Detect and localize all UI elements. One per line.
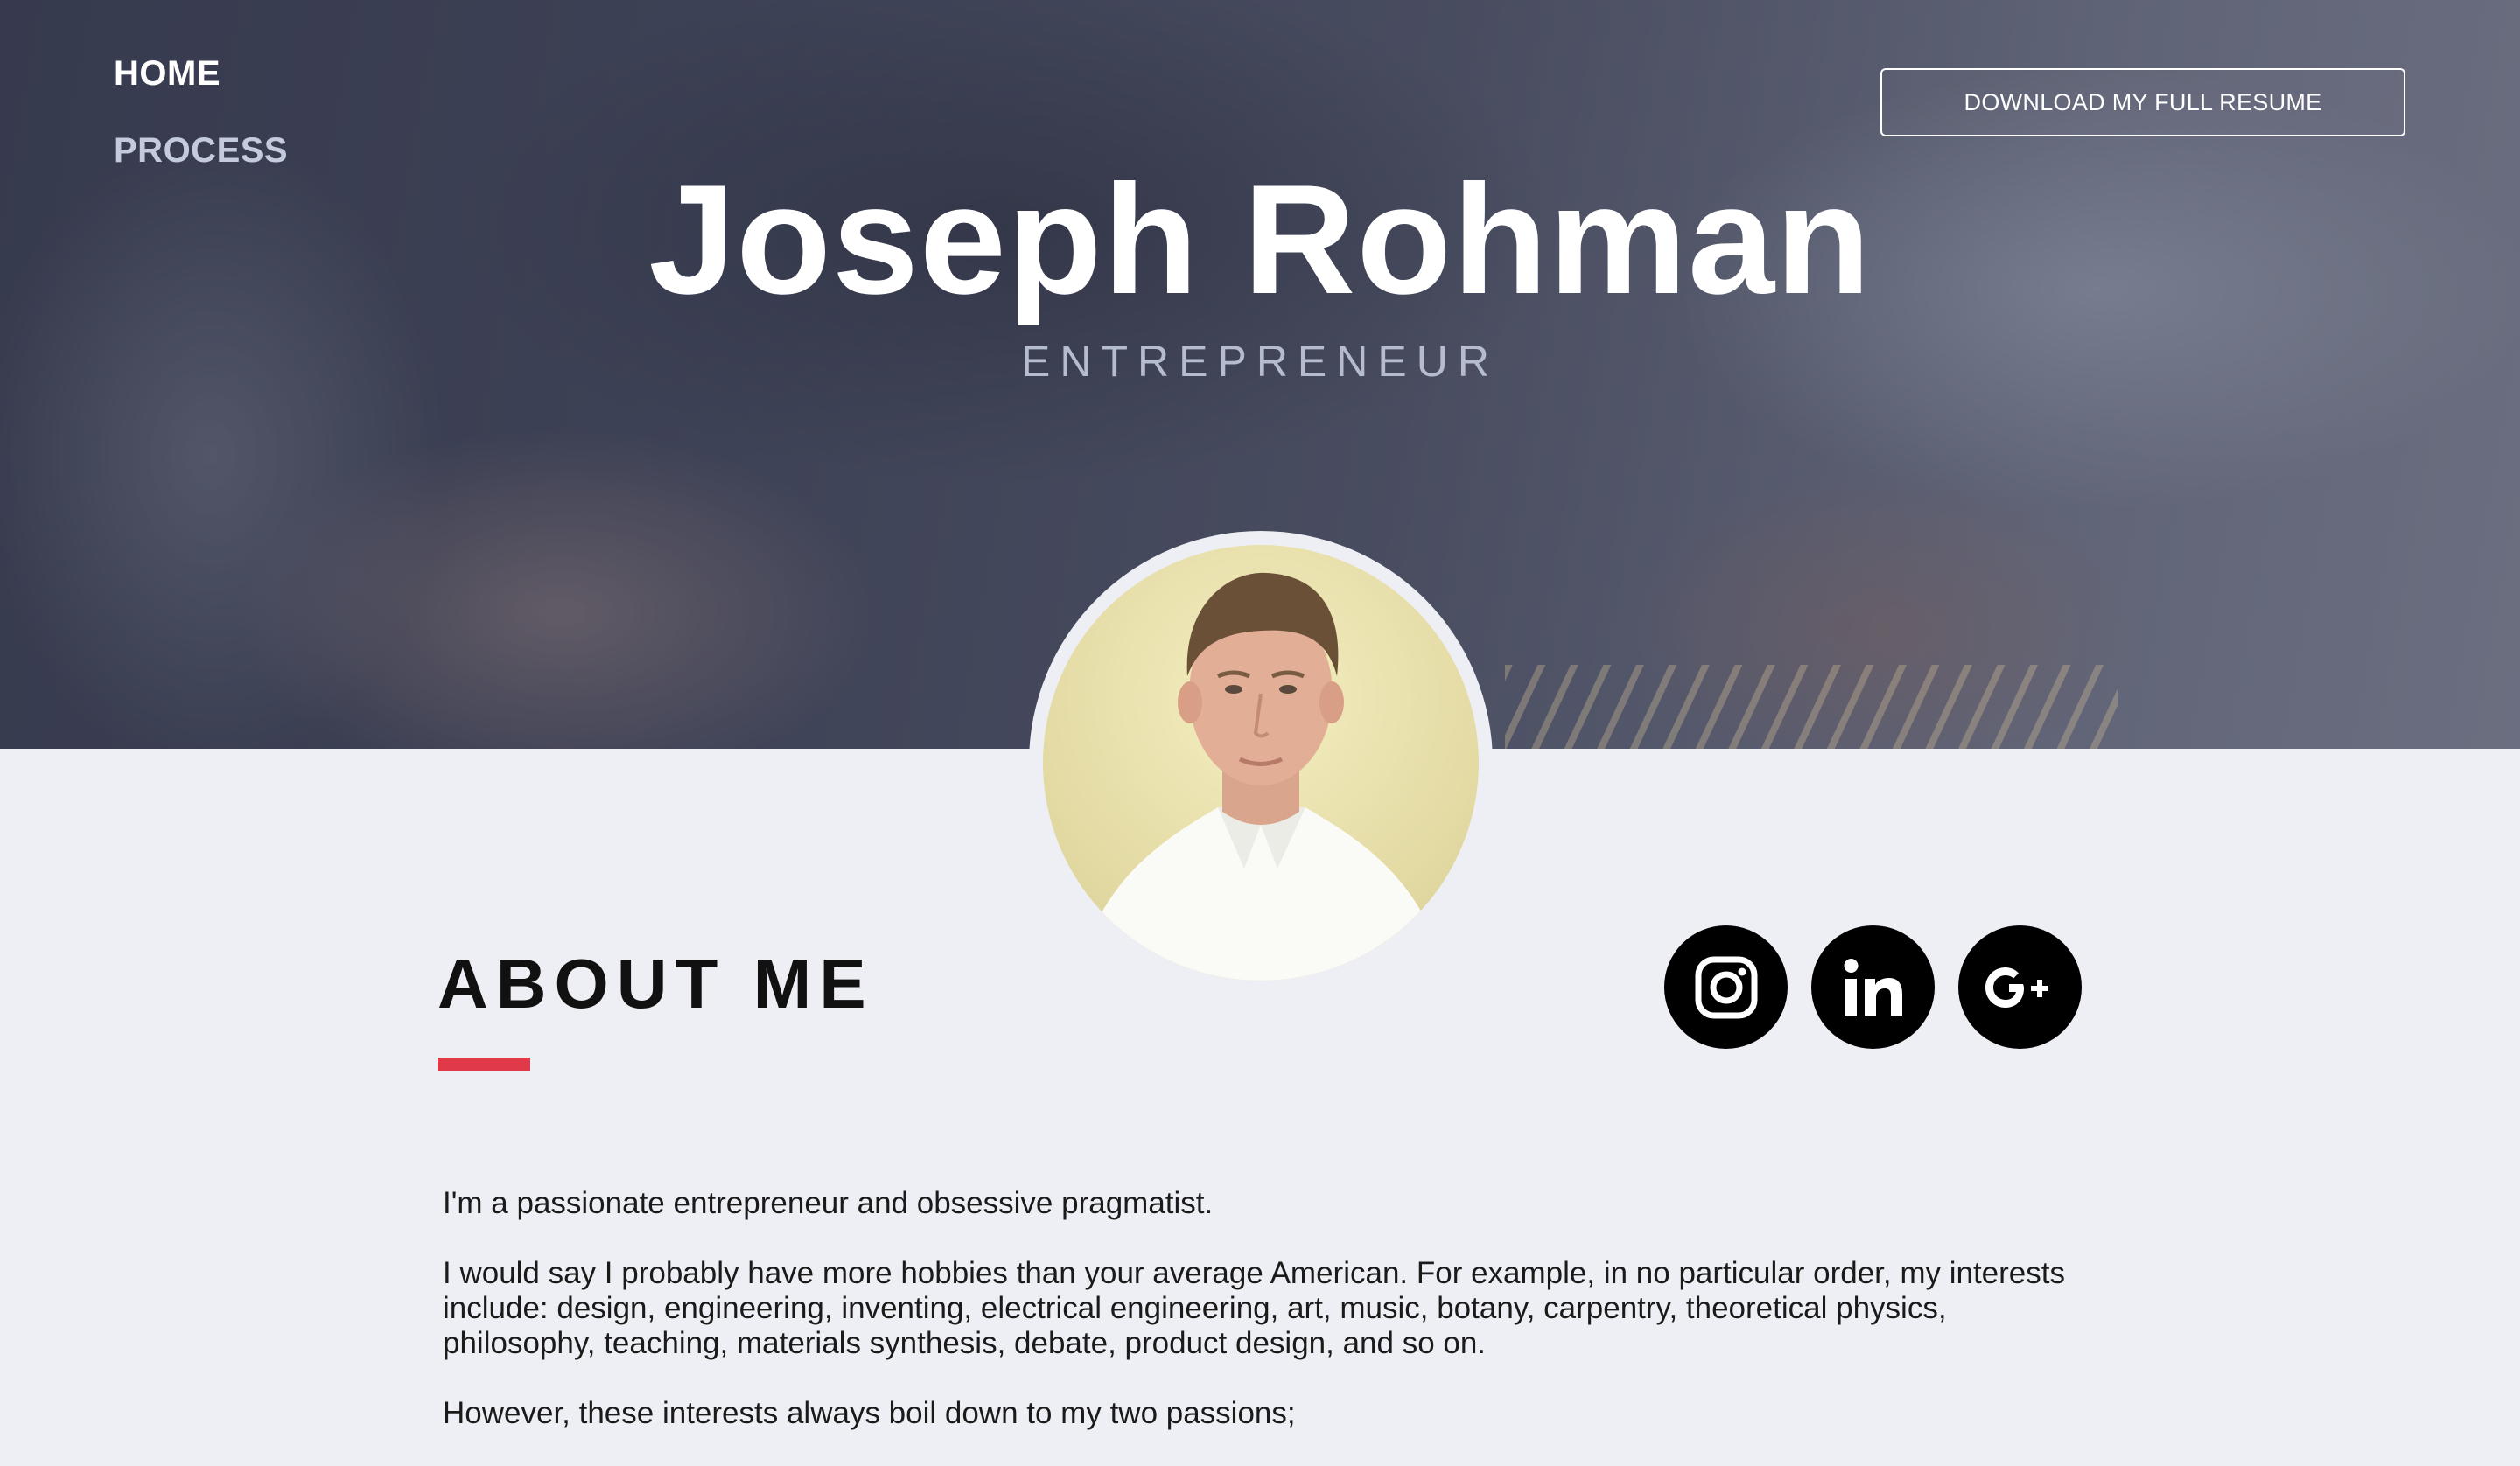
about-heading: ABOUT ME [438, 945, 874, 1023]
linkedin-icon [1844, 958, 1902, 1016]
download-resume-button[interactable]: DOWNLOAD MY FULL RESUME [1880, 68, 2405, 136]
about-paragraph: I'm a passionate entrepreneur and obsess… [443, 1186, 1214, 1220]
social-links [1664, 925, 2082, 1049]
profile-avatar [1029, 531, 1493, 995]
instagram-icon [1695, 956, 1757, 1018]
about-paragraph: I would say I probably have more hobbies… [443, 1256, 2065, 1360]
about-body: I'm a passionate entrepreneur and obsess… [443, 1186, 2105, 1466]
about-paragraph: However, these interests always boil dow… [443, 1396, 1296, 1430]
instagram-link[interactable] [1664, 925, 1788, 1049]
page-title: Joseph Rohman [648, 152, 1872, 326]
page-subtitle: ENTREPRENEUR [1021, 337, 1499, 386]
google-plus-link[interactable] [1958, 925, 2082, 1049]
profile-photo [1043, 545, 1479, 981]
linkedin-link[interactable] [1811, 925, 1935, 1049]
hero-background-texture [1505, 665, 2118, 749]
nav-item-home[interactable]: HOME [114, 56, 288, 91]
heading-accent-bar [438, 1058, 530, 1071]
google-plus-icon [1984, 967, 2048, 1008]
